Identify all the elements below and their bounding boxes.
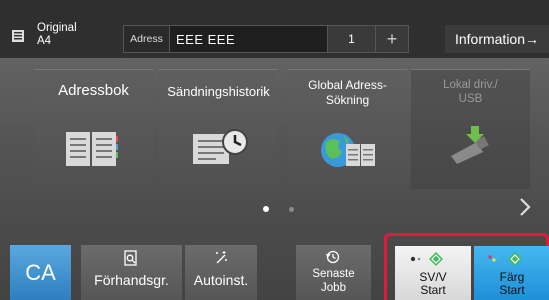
usb-drive-icon (451, 126, 489, 164)
information-button[interactable]: Information→ (445, 25, 549, 53)
preview-button[interactable]: Förhandsgr. (81, 245, 182, 300)
tile-label: Sändningshistorik (167, 84, 270, 99)
tile-global-address-search[interactable]: Global Adress- Sökning (288, 69, 407, 189)
preview-icon (124, 250, 137, 266)
clear-all-button[interactable]: CA (10, 245, 71, 300)
original-size: A4 (37, 35, 52, 47)
address-value[interactable]: EEE EEE (170, 26, 327, 52)
page-dot-active[interactable] (263, 206, 269, 212)
recent-jobs-line1: Senaste (312, 268, 355, 280)
tile-label-line1: Global Adress- (308, 78, 387, 92)
bw-start-line2: Start (420, 283, 446, 297)
send-history-icon (193, 129, 248, 164)
auto-settings-button[interactable]: Autoinst. (185, 245, 257, 300)
original-indicator[interactable]: Original A4 (12, 22, 112, 52)
tile-label: Lokal driv./ USB (411, 78, 530, 106)
recent-jobs-line2: Jobb (321, 282, 346, 294)
tile-address-book[interactable]: Adressbok (34, 69, 153, 189)
tile-label-line2: Sökning (325, 93, 370, 107)
add-address-button[interactable]: + (375, 26, 408, 52)
screen: Original A4 Adress EEE EEE 1 + Informati… (0, 0, 549, 300)
address-field[interactable]: Adress EEE EEE 1 + (123, 25, 409, 53)
recent-jobs-button[interactable]: Senaste Jobb (296, 245, 371, 300)
auto-adjust-icon (216, 251, 227, 264)
auto-settings-label: Autoinst. (193, 272, 249, 288)
address-label: Adress (124, 26, 170, 52)
history-icon (326, 250, 340, 264)
address-book-icon (66, 132, 118, 166)
address-count: 1 (327, 26, 375, 52)
color-start-line2: Start (499, 283, 525, 297)
tile-local-drive-usb[interactable]: Lokal driv./ USB (411, 69, 530, 189)
document-icon (12, 30, 24, 42)
recent-jobs-label: Senaste Jobb (296, 267, 371, 295)
tile-send-history[interactable]: Sändningshistorik (159, 69, 278, 189)
color-start-button[interactable]: Färg Start (474, 246, 549, 300)
bw-start-button[interactable]: SV/V Start (395, 246, 471, 300)
bw-start-icon (410, 252, 443, 266)
page-dot[interactable] (289, 207, 294, 212)
top-bar: Original A4 Adress EEE EEE 1 + Informati… (0, 0, 549, 58)
tile-label-line1: Lokal driv./ (443, 79, 498, 91)
tile-label: Global Adress- Sökning (288, 78, 407, 108)
tile-label-line2: USB (458, 93, 483, 105)
original-label: Original (37, 22, 77, 34)
color-start-icon (488, 252, 522, 266)
next-page-chevron-icon[interactable] (518, 196, 532, 218)
preview-label: Förhandsgr. (94, 272, 169, 288)
tile-label: Adressbok (58, 82, 129, 99)
globe-address-icon (321, 133, 375, 167)
